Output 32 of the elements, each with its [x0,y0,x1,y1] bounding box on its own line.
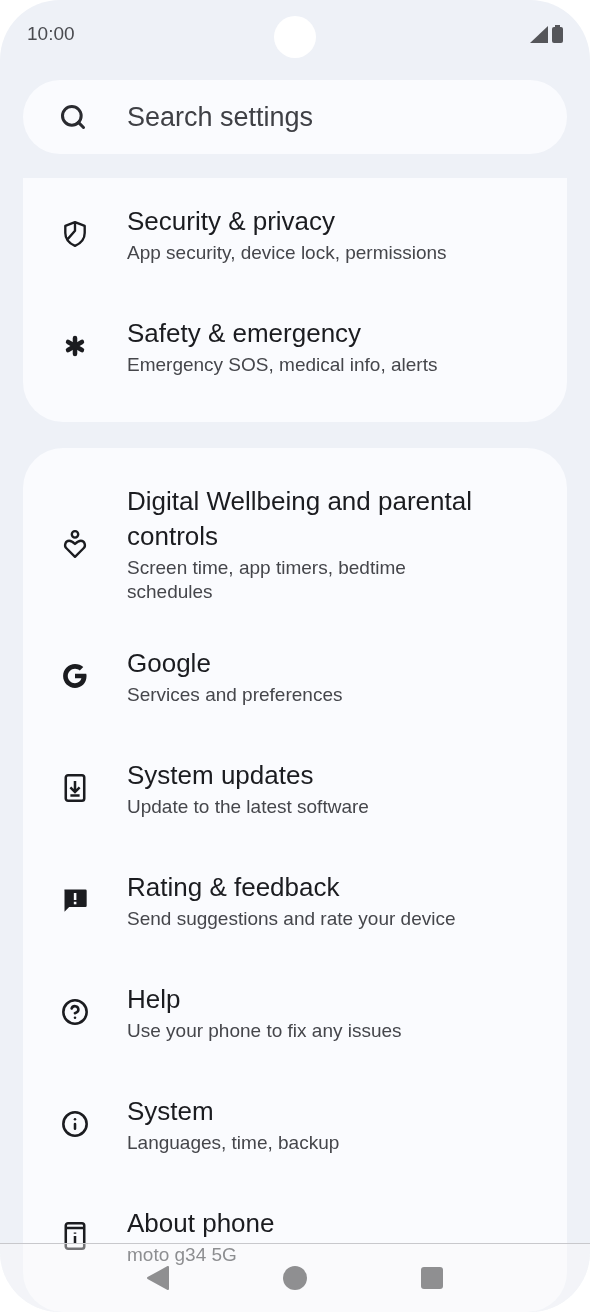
item-subtitle: moto g34 5G [127,1242,238,1267]
phone-info-icon [63,1221,87,1251]
help-icon [61,998,89,1026]
shield-icon [62,220,88,248]
phone-download-icon [63,773,87,803]
item-title: About phone [127,1206,275,1240]
item-subtitle: Use your phone to fix any issues [127,1018,402,1043]
item-subtitle: Languages, time, backup [127,1130,340,1155]
item-title: Digital Wellbeing and parental controls [127,485,473,553]
signal-icon [530,25,548,43]
item-title: System updates [127,758,315,792]
g-logo-icon [61,662,89,690]
status-time: 10:00 [27,21,75,46]
item-subtitle: App security, device lock, permissions [127,240,447,265]
item-subtitle: Services and preferences [127,682,343,707]
item-subtitle: Emergency SOS, medical info, alerts [127,352,438,377]
back-icon[interactable] [147,1266,169,1290]
item-subtitle: Screen time, app timers, bedtime schedules [127,556,407,604]
item-title: System [127,1094,215,1128]
battery-icon [552,25,563,43]
info-icon [61,1110,89,1138]
item-title: Google [127,646,212,680]
search-icon [59,103,87,131]
item-title: Help [127,982,182,1016]
item-subtitle: Update to the latest software [127,794,369,819]
search-field[interactable]: Search settings [23,80,567,154]
item-title: Rating & feedback [127,870,341,904]
item-title: Security & privacy [127,204,337,238]
recents-icon[interactable] [421,1267,443,1289]
heart-person-icon [62,529,88,559]
item-subtitle: Send suggestions and rate your device [127,906,456,931]
item-title: Safety & emergency [127,316,363,350]
